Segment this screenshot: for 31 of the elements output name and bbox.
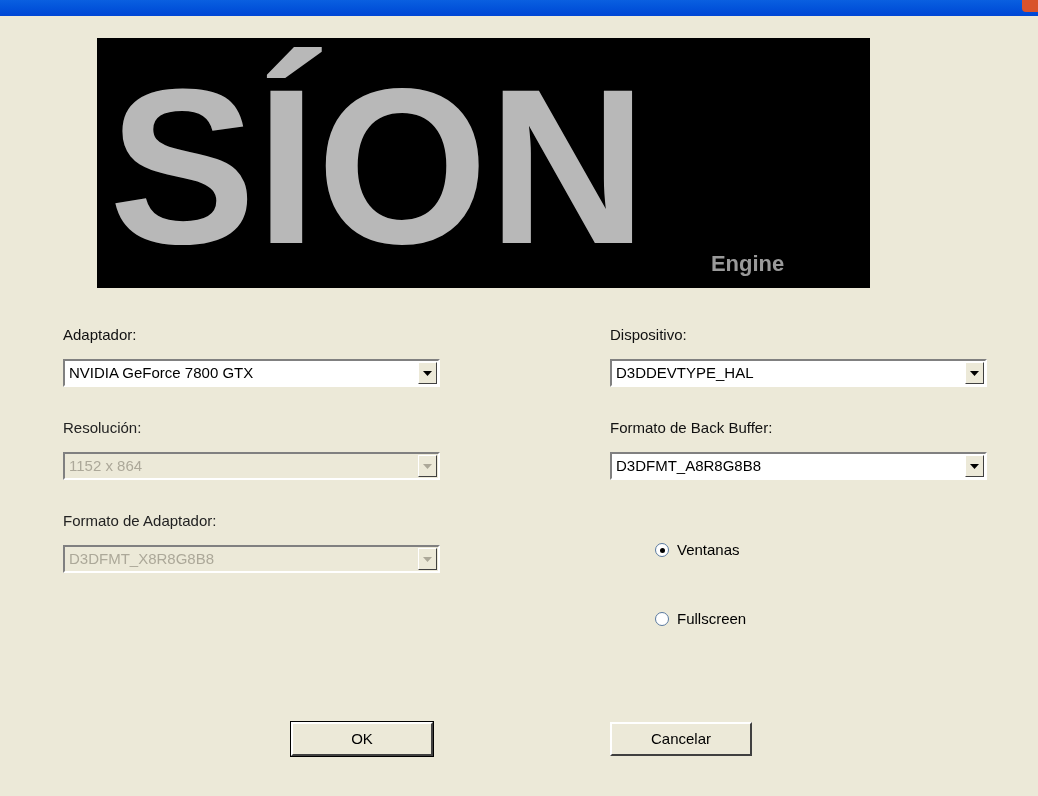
dropdown-value: D3DDEVTYPE_HAL bbox=[615, 362, 755, 383]
caret-icon bbox=[423, 463, 432, 469]
dropdown-button[interactable] bbox=[418, 362, 437, 384]
radio-button[interactable] bbox=[655, 543, 669, 558]
dropdown-value: D3DFMT_A8R8G8B8 bbox=[615, 455, 763, 476]
dialog-button[interactable]: Cancelar bbox=[610, 722, 752, 756]
field-label: Dispositivo: bbox=[610, 326, 688, 344]
field-label: Resolución: bbox=[63, 419, 143, 437]
radio-button[interactable] bbox=[655, 611, 669, 626]
logo-subtitle: Engine bbox=[710, 250, 785, 278]
caret-icon bbox=[970, 463, 979, 469]
field-label: Formato de Adaptador: bbox=[63, 512, 218, 530]
radio-label: Fullscreen bbox=[677, 608, 747, 629]
radio-label: Ventanas bbox=[677, 540, 740, 560]
dropdown-value: 1152 x 864 bbox=[68, 455, 144, 476]
caret-icon bbox=[423, 370, 432, 376]
dropdown-field[interactable]: D3DDEVTYPE_HAL bbox=[610, 359, 987, 387]
radio-option[interactable]: Ventanas bbox=[655, 539, 987, 562]
field-label: Formato de Back Buffer: bbox=[610, 419, 774, 437]
dropdown-button[interactable] bbox=[965, 455, 984, 477]
dialog-button[interactable]: OK bbox=[291, 722, 433, 756]
dropdown-button[interactable] bbox=[965, 362, 984, 384]
radio-option[interactable]: Fullscreen bbox=[655, 607, 987, 630]
dropdown-field[interactable]: D3DFMT_A8R8G8B8 bbox=[610, 452, 987, 480]
field-label: Adaptador: bbox=[63, 326, 138, 344]
dropdown-field[interactable]: NVIDIA GeForce 7800 GTX bbox=[63, 359, 440, 387]
logo-title: SÍON bbox=[108, 46, 648, 288]
dropdown-value: NVIDIA GeForce 7800 GTX bbox=[68, 362, 255, 383]
dropdown-value: D3DFMT_X8R8G8B8 bbox=[68, 548, 216, 569]
caret-icon bbox=[970, 370, 979, 376]
caret-icon bbox=[423, 556, 432, 562]
